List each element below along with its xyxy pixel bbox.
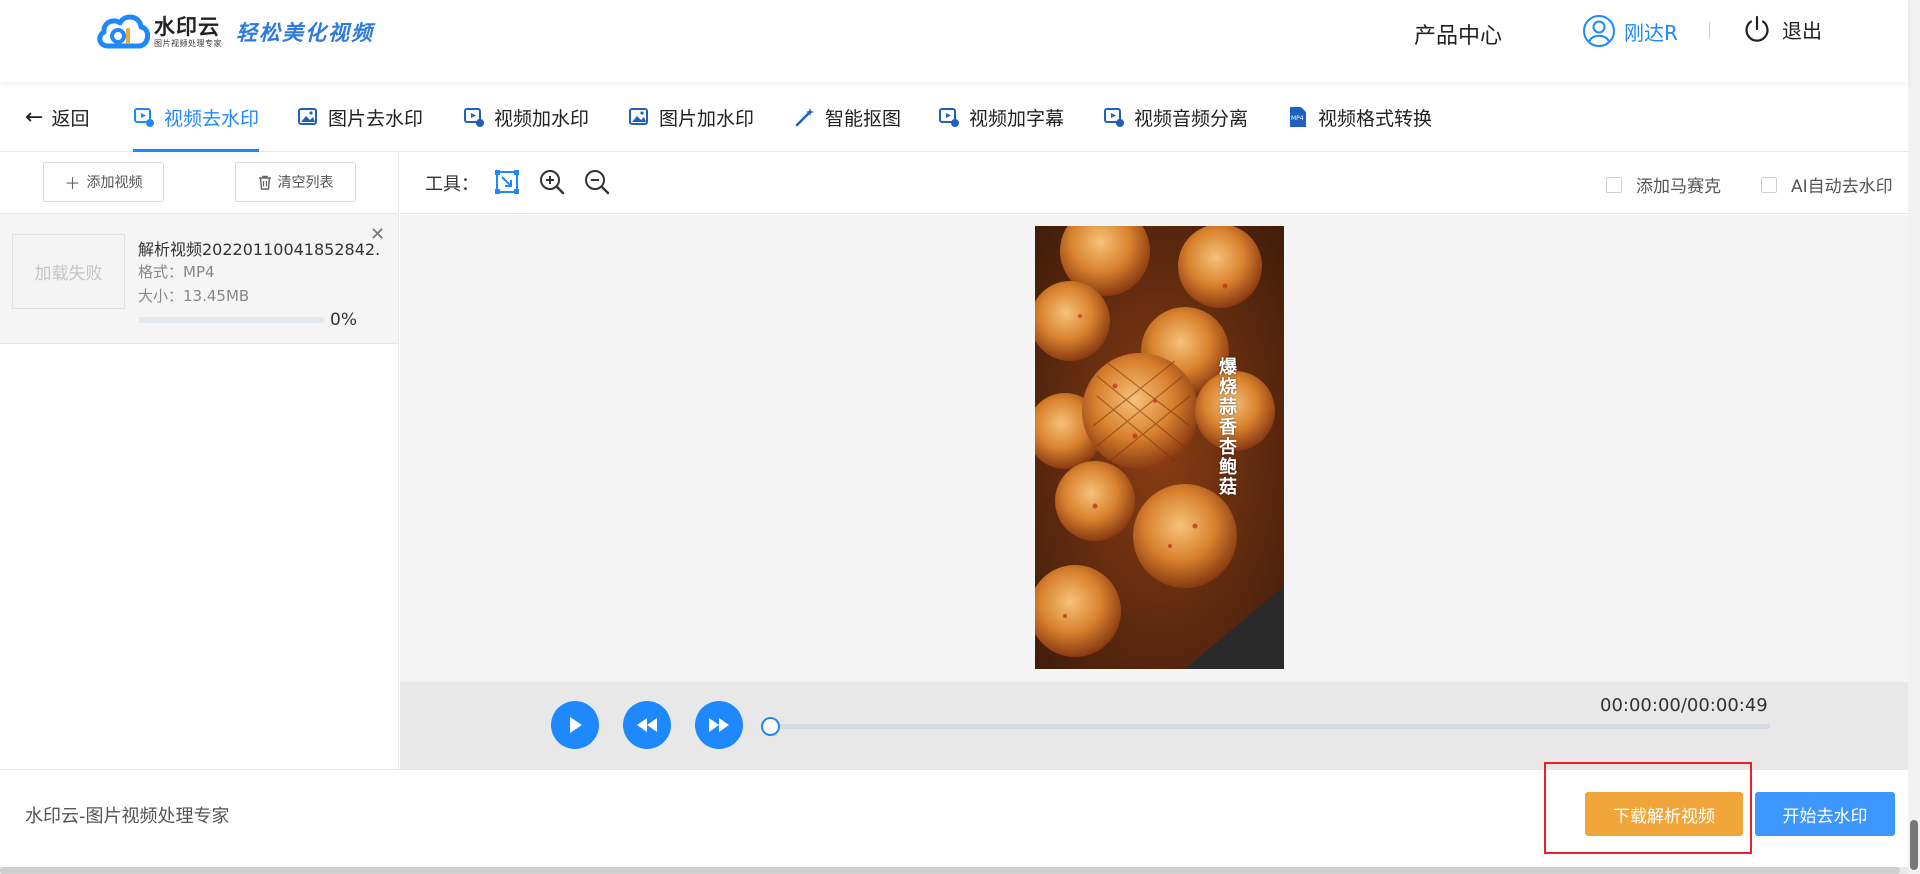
plus-icon: ＋ [64,174,81,193]
logo-name: 水印云 [154,15,220,39]
ai-auto-remove-checkbox[interactable]: AI自动去水印 [1761,172,1893,197]
video-preview[interactable]: 爆烧蒜香杏鲍菇 [1035,226,1284,669]
user-menu[interactable]: 刚达R [1582,14,1678,48]
logout-label: 退出 [1782,18,1822,43]
magic-wand-icon [795,108,814,127]
user-avatar-icon [1583,15,1615,47]
back-button[interactable]: ← 返回 [25,82,89,152]
product-center-link[interactable]: 产品中心 [1414,18,1502,50]
tab-label: 视频加字幕 [969,107,1065,130]
file-name: 解析视频20220110041852842... [138,240,380,259]
file-list-toolbar: ＋ 添加视频 清空列表 [0,152,398,214]
vertical-scrollbar[interactable] [1908,0,1920,874]
tool-tabs: ← 返回 视频去水印 图片去水印 视频加水印 图片加水印 智能抠图 视频加字幕 … [0,82,1908,152]
file-list-panel: ＋ 添加视频 清空列表 加载失败 解析视频20220110041852842..… [0,152,399,769]
seek-bar[interactable] [761,717,1770,736]
scrollbar-thumb[interactable] [1910,820,1918,870]
image-icon [298,108,317,125]
video-frame-image [1035,226,1284,669]
add-mosaic-checkbox[interactable]: 添加马赛克 [1606,172,1721,197]
checkbox-box[interactable] [1606,176,1622,193]
remove-file-close-icon[interactable]: ✕ [370,224,385,245]
rewind-button[interactable] [623,701,671,749]
video-icon [1104,108,1124,127]
video-icon [939,108,959,127]
highlight-annotation-box [1544,762,1752,854]
tab-label: 智能抠图 [825,107,902,130]
footer-brand-text: 水印云-图片视频处理专家 [25,806,230,827]
tab-video-add-watermark[interactable]: 视频加水印 [463,82,589,152]
tab-label: 视频去水印 [164,107,260,130]
tab-label: 视频加水印 [494,107,590,130]
tools-label: 工具： [425,174,479,195]
add-video-button[interactable]: ＋ 添加视频 [43,162,164,202]
tab-label: 视频格式转换 [1318,107,1433,130]
tab-video-remove-watermark[interactable]: 视频去水印 [133,82,260,152]
file-size: 大小：13.45MB [138,287,250,305]
tab-label: 图片去水印 [328,107,424,130]
header-divider [1709,22,1710,38]
play-icon [570,717,582,733]
file-progress-bar [138,317,325,323]
start-remove-watermark-button[interactable]: 开始去水印 [1755,792,1895,836]
rewind-icon [637,718,657,732]
clear-list-label: 清空列表 [277,175,334,191]
tab-label: 图片加水印 [659,107,755,130]
video-player-controls: 00:00:00/00:00:49 [400,682,1908,769]
arrow-left-icon: ← [25,104,44,130]
thumbnail-status: 加载失败 [34,264,103,284]
tab-label: 视频音频分离 [1134,107,1249,130]
tab-video-format-convert[interactable]: MP4 视频格式转换 [1287,82,1432,152]
cloud-logo-icon [97,14,151,49]
logo-subtitle: 图片视频处理专家 [154,39,222,48]
app-header: 水印云 图片视频处理专家 轻松美化视频 产品中心 刚达R 退出 [0,0,1908,82]
horizontal-scrollbar[interactable] [0,867,1908,874]
add-mosaic-label: 添加马赛克 [1636,177,1721,197]
power-icon [1745,15,1769,42]
file-list-item[interactable]: 加载失败 解析视频20220110041852842... 格式：MP4 大小：… [0,214,398,344]
tab-video-audio-separation[interactable]: 视频音频分离 [1103,82,1248,152]
video-canvas: 爆烧蒜香杏鲍菇 [400,215,1908,682]
play-button[interactable] [551,701,599,749]
file-progress-percent: 0% [330,310,357,330]
seek-handle[interactable] [761,717,780,736]
video-icon [134,108,154,127]
logo-slogan: 轻松美化视频 [236,20,374,45]
editor-toolbar: 工具： 添加马赛克 AI自动去水印 [400,152,1908,214]
back-label: 返回 [51,107,90,130]
fast-forward-button[interactable] [695,701,743,749]
mp4-file-icon: MP4 [1290,107,1306,127]
tab-image-add-watermark[interactable]: 图片加水印 [628,82,754,152]
zoom-out-icon[interactable] [583,168,611,196]
scrollbar-thumb[interactable] [0,867,1900,874]
fast-forward-icon [709,718,729,732]
zoom-in-icon[interactable] [538,168,566,196]
trash-icon [258,175,271,190]
video-caption-text: 爆烧蒜香杏鲍菇 [1219,357,1237,498]
video-icon [464,108,484,127]
logo[interactable]: 水印云 图片视频处理专家 轻松美化视频 [94,10,374,54]
ai-auto-remove-label: AI自动去水印 [1791,177,1893,197]
playback-time: 00:00:00/00:00:49 [1600,695,1768,716]
tab-smart-cutout[interactable]: 智能抠图 [794,82,901,152]
add-video-label: 添加视频 [86,175,143,191]
image-icon [629,108,648,125]
logout-button[interactable]: 退出 [1742,14,1822,44]
checkbox-box[interactable] [1761,176,1777,193]
clear-list-button[interactable]: 清空列表 [235,162,356,202]
tab-video-add-subtitles[interactable]: 视频加字幕 [938,82,1064,152]
file-format: 格式：MP4 [138,263,215,281]
svg-text:MP4: MP4 [1291,115,1304,122]
tab-image-remove-watermark[interactable]: 图片去水印 [297,82,423,152]
select-area-icon[interactable] [493,168,521,196]
user-name: 刚达R [1624,20,1678,45]
file-thumbnail: 加载失败 [12,234,125,309]
